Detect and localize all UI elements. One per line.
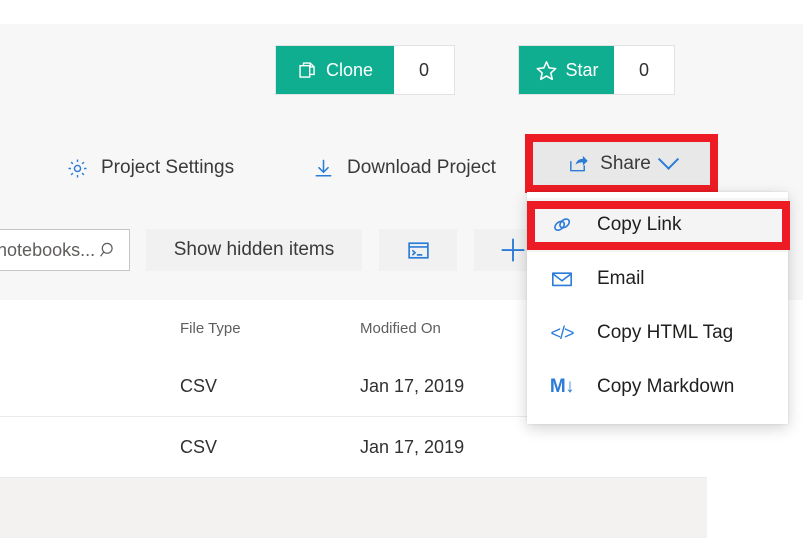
menu-item-copy-link[interactable]: Copy Link xyxy=(527,198,788,252)
clone-label: Clone xyxy=(325,59,374,80)
menu-item-copy-html-tag[interactable]: </> Copy HTML Tag xyxy=(527,306,788,360)
menu-item-copy-markdown[interactable]: M↓ Copy Markdown xyxy=(527,360,788,414)
table-row[interactable]: CSV Jan 17, 2019 xyxy=(0,417,707,478)
menu-item-email[interactable]: Email xyxy=(527,252,788,306)
star-label: Star xyxy=(565,59,599,80)
clone-count[interactable]: 0 xyxy=(394,46,454,94)
cell-file-type: CSV xyxy=(180,436,218,457)
plus-icon xyxy=(498,235,528,265)
star-icon xyxy=(535,59,558,82)
search-icon[interactable] xyxy=(98,240,119,261)
search-box[interactable] xyxy=(0,229,130,271)
menu-item-label: Copy HTML Tag xyxy=(597,322,734,343)
menu-item-label: Email xyxy=(597,268,645,289)
show-hidden-items-label: Show hidden items xyxy=(173,239,335,260)
share-dropdown-menu: Copy Link Email </> Copy HTML Tag M↓ Cop… xyxy=(527,192,788,424)
download-icon xyxy=(312,157,335,180)
link-icon xyxy=(549,213,575,237)
project-settings-label: Project Settings xyxy=(101,157,235,178)
cell-modified-on: Jan 17, 2019 xyxy=(360,436,465,457)
column-header-file-type[interactable]: File Type xyxy=(180,320,360,337)
console-button[interactable] xyxy=(379,229,457,271)
console-icon xyxy=(406,238,431,263)
top-white-strip xyxy=(0,0,803,24)
clone-action-group[interactable]: Clone 0 xyxy=(275,45,455,95)
show-hidden-items-button[interactable]: Show hidden items xyxy=(146,229,362,271)
download-project-button[interactable]: Download Project xyxy=(298,146,510,190)
markdown-icon: M↓ xyxy=(549,376,575,397)
clone-button[interactable]: Clone xyxy=(276,46,394,94)
menu-item-label: Copy Markdown xyxy=(597,376,735,397)
share-annotation-box xyxy=(525,134,718,193)
code-icon: </> xyxy=(550,322,574,343)
envelope-icon xyxy=(549,267,575,291)
table-row[interactable] xyxy=(0,478,707,538)
copy-icon xyxy=(297,60,318,81)
search-input[interactable] xyxy=(0,238,98,262)
gear-icon xyxy=(66,157,89,180)
star-action-group[interactable]: Star 0 xyxy=(518,45,675,95)
cell-file-type: CSV xyxy=(180,375,218,396)
star-count[interactable]: 0 xyxy=(614,46,674,94)
download-project-label: Download Project xyxy=(347,157,496,178)
star-button[interactable]: Star xyxy=(519,46,614,94)
page-root: Clone 0 Star 0 Project Settings Download… xyxy=(0,0,803,538)
project-settings-button[interactable]: Project Settings xyxy=(52,146,248,190)
menu-item-label: Copy Link xyxy=(597,214,682,235)
